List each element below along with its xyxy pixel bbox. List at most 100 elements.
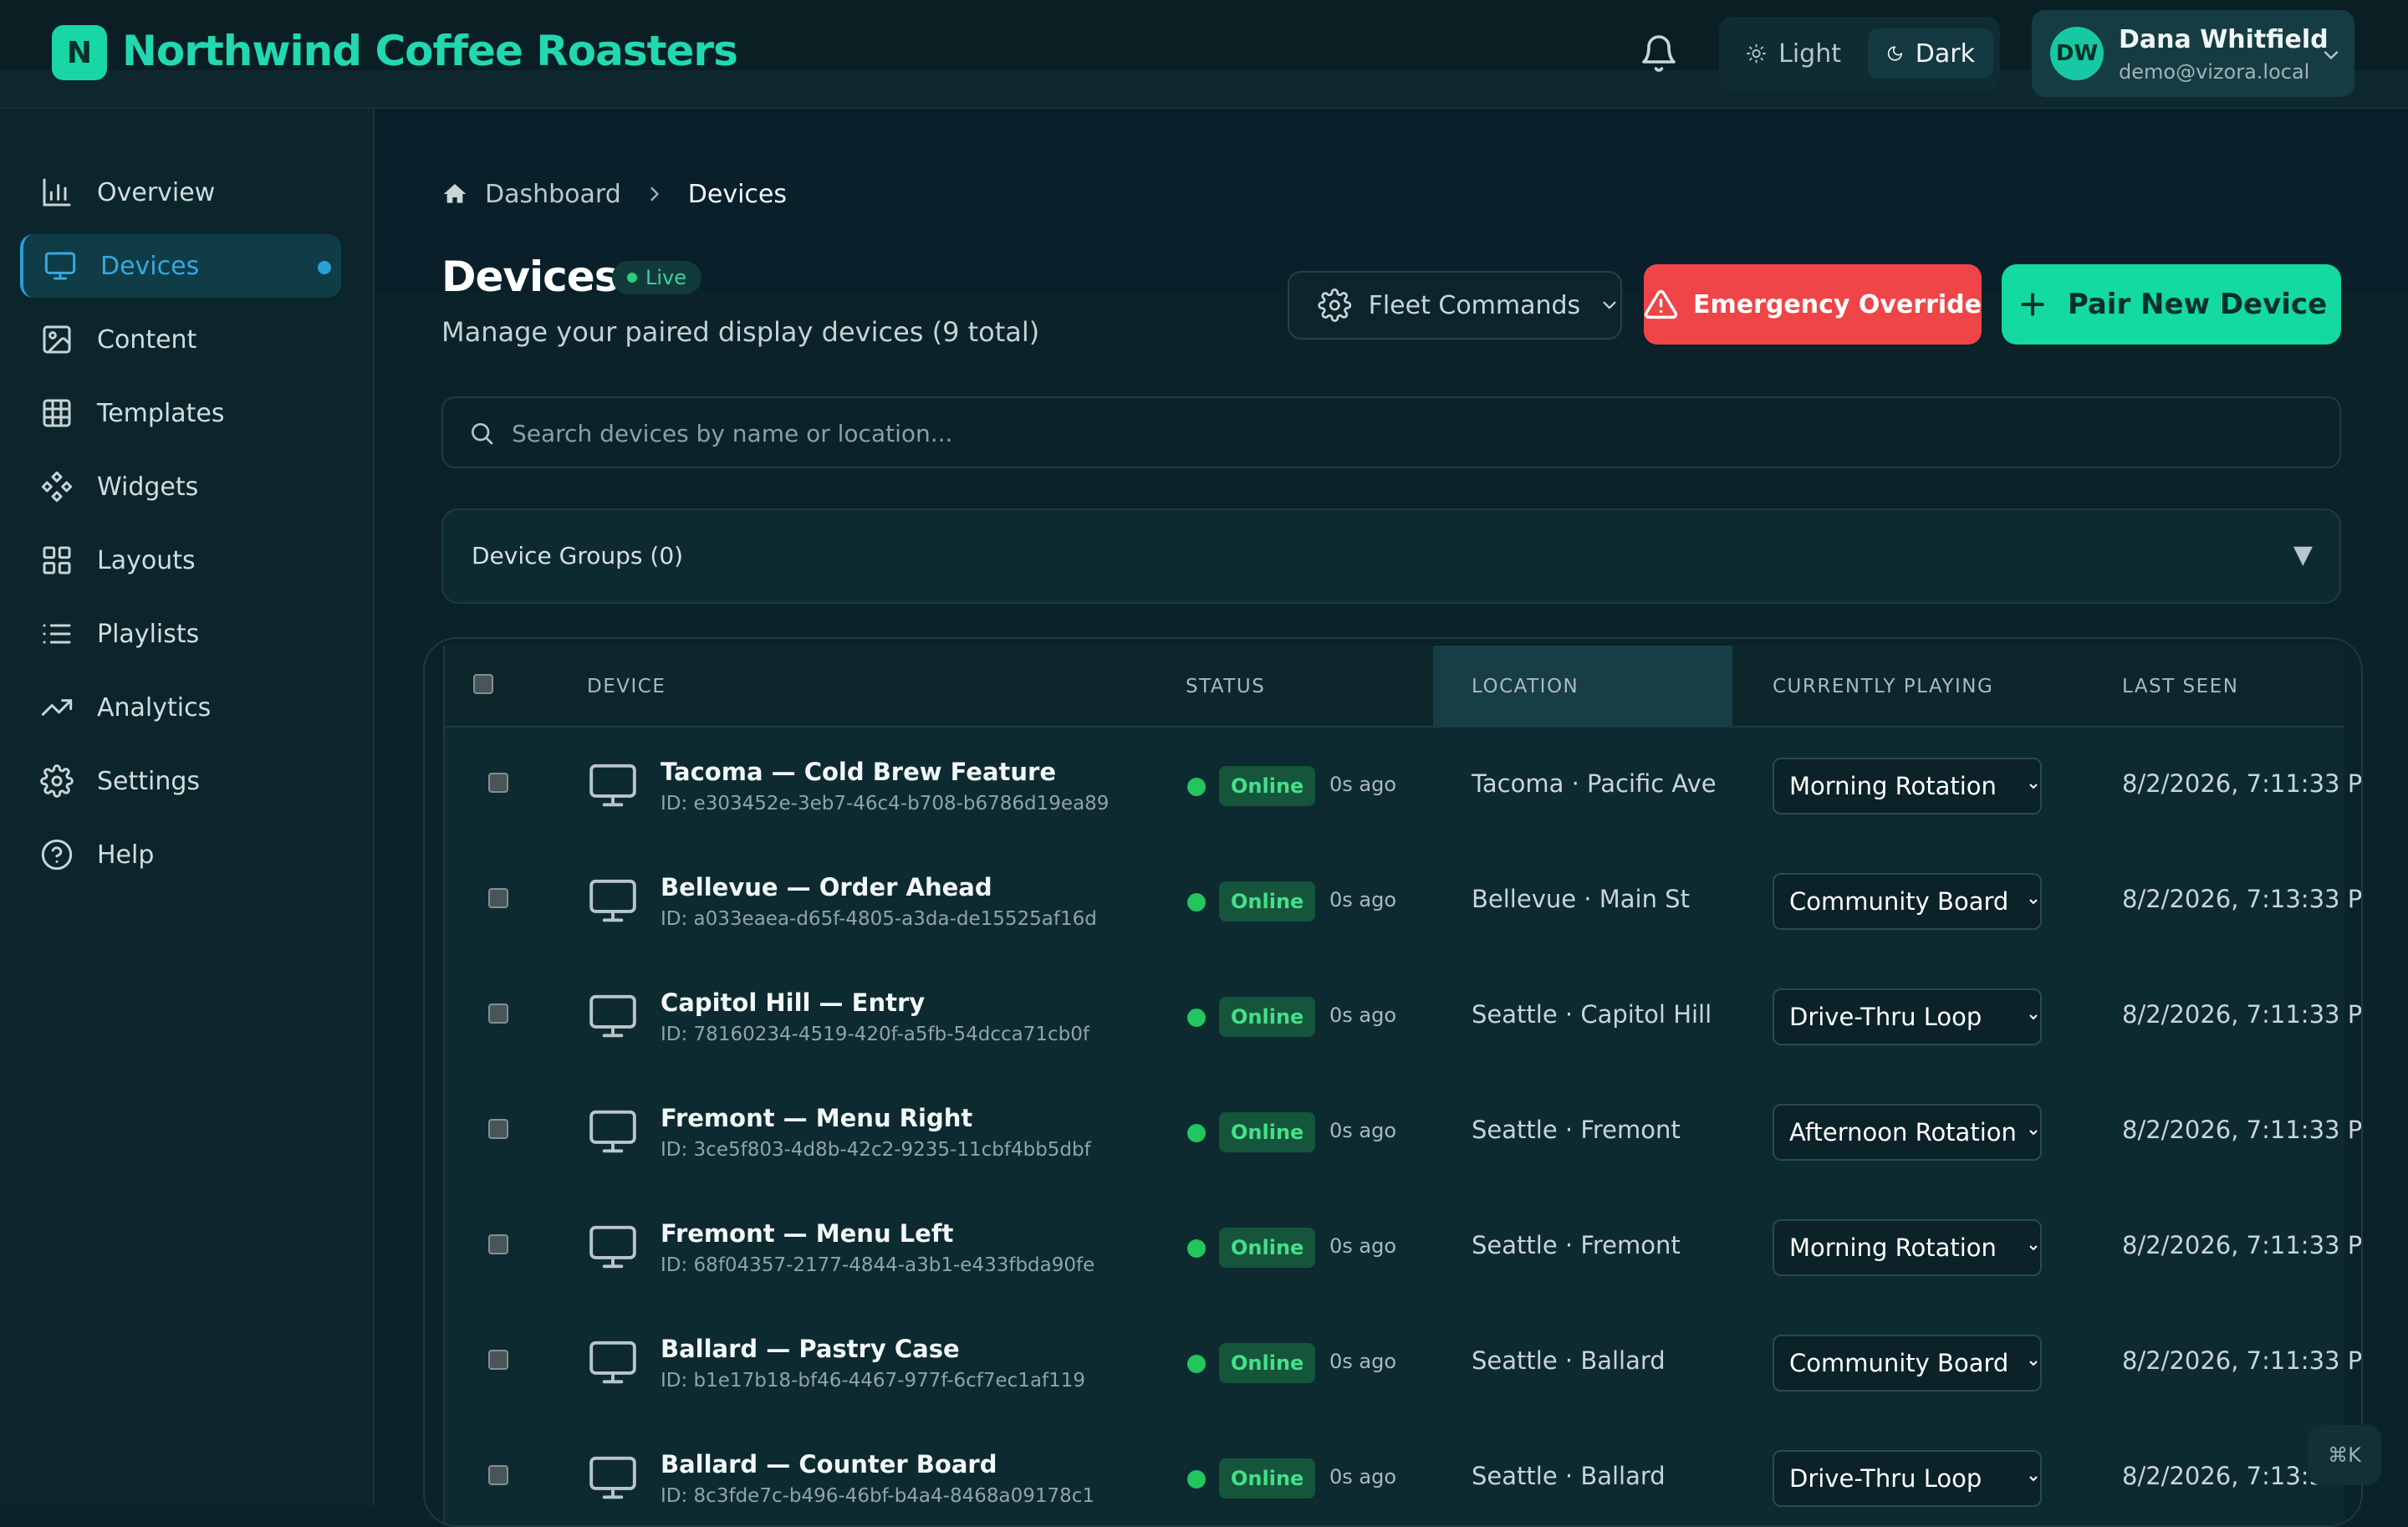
monitor-icon xyxy=(589,1110,636,1153)
breadcrumb: Dashboard Devices xyxy=(441,177,787,211)
status-dot xyxy=(1187,1470,1206,1489)
device-name[interactable]: Tacoma — Cold Brew Feature xyxy=(661,758,1056,786)
sidebar-item-overview[interactable]: Overview xyxy=(20,161,341,224)
sidebar-item-label: Playlists xyxy=(97,619,200,649)
bell-icon[interactable] xyxy=(1639,33,1679,74)
currently-playing-select[interactable]: Morning RotationCommunity BoardDrive-Thr… xyxy=(1773,873,2042,930)
currently-playing-select[interactable]: Morning RotationCommunity BoardDrive-Thr… xyxy=(1773,1104,2042,1161)
status-dot xyxy=(1187,1124,1206,1142)
breadcrumb-dashboard-link[interactable]: Dashboard xyxy=(485,180,621,209)
device-location: Tacoma · Pacific Ave xyxy=(1472,769,1717,798)
row-checkbox[interactable] xyxy=(488,888,508,908)
column-header-device[interactable]: DEVICE xyxy=(587,676,666,697)
last-seen: 8/2/2026, 7:11:33 PM xyxy=(2122,1231,2363,1259)
currently-playing-select[interactable]: Morning RotationCommunity BoardDrive-Thr… xyxy=(1773,1335,2042,1392)
row-checkbox[interactable] xyxy=(488,1465,508,1485)
table-row[interactable]: Ballard — Counter Board ID: 8c3fde7c-b496… xyxy=(445,1420,2361,1525)
column-header-last-seen[interactable]: LAST SEEN xyxy=(2122,676,2238,697)
sidebar-item-playlists[interactable]: Playlists xyxy=(20,602,341,666)
device-name[interactable]: Bellevue — Order Ahead xyxy=(661,873,992,901)
column-header-status[interactable]: STATUS xyxy=(1186,676,1265,697)
row-checkbox[interactable] xyxy=(488,1004,508,1024)
row-checkbox[interactable] xyxy=(488,1350,508,1370)
table-row[interactable]: Fremont — Menu Right ID: 3ce5f803-4d8b-42… xyxy=(445,1074,2361,1191)
theme-light-button[interactable]: Light xyxy=(1727,28,1860,79)
row-checkbox[interactable] xyxy=(488,1234,508,1254)
device-id: ID: e303452e-3eb7-46c4-b708-b6786d19ea89 xyxy=(661,793,1110,815)
sidebar-item-layouts[interactable]: Layouts xyxy=(20,529,341,592)
chevron-down-icon xyxy=(1603,301,1616,309)
sidebar-item-label: Analytics xyxy=(97,692,212,723)
home-icon[interactable] xyxy=(441,181,468,207)
device-name[interactable]: Ballard — Counter Board xyxy=(661,1450,997,1478)
last-seen: 8/2/2026, 7:11:33 PM xyxy=(2122,1346,2363,1375)
theme-dark-button[interactable]: Dark xyxy=(1868,28,1993,79)
column-header-currently-playing[interactable]: CURRENTLY PLAYING xyxy=(1773,676,1993,697)
monitor-icon xyxy=(589,1225,636,1269)
currently-playing-select[interactable]: Morning RotationCommunity BoardDrive-Thr… xyxy=(1773,988,2042,1045)
last-seen: 8/2/2026, 7:11:33 PM xyxy=(2122,769,2363,798)
sidebar-item-settings[interactable]: Settings xyxy=(20,749,341,813)
user-menu[interactable]: DW Dana Whitfield demo@vizora.local xyxy=(2032,10,2354,97)
last-seen: 8/2/2026, 7:13:33 PM xyxy=(2122,885,2363,913)
emergency-override-button[interactable]: Emergency Override xyxy=(1644,264,1982,345)
pair-new-device-label: Pair New Device xyxy=(2067,288,2328,321)
gear-icon xyxy=(1318,289,1352,322)
row-checkbox[interactable] xyxy=(488,1119,508,1139)
sun-icon xyxy=(1747,43,1766,64)
device-name[interactable]: Capitol Hill — Entry xyxy=(661,988,925,1017)
moon-icon xyxy=(1887,46,1902,61)
device-location: Seattle · Ballard xyxy=(1472,1346,1666,1375)
device-groups-toggle-icon[interactable]: ▼ xyxy=(2293,540,2313,569)
brand-logo[interactable]: N xyxy=(52,25,107,80)
sidebar-item-devices[interactable]: Devices xyxy=(20,234,341,298)
search-field[interactable] xyxy=(441,396,2341,468)
status-age: 0s ago xyxy=(1329,773,1397,796)
table-row[interactable]: Tacoma — Cold Brew Feature ID: e303452e-3… xyxy=(445,728,2361,845)
device-name[interactable]: Fremont — Menu Left xyxy=(661,1219,953,1248)
warning-icon xyxy=(1644,289,1678,319)
table-row[interactable]: Ballard — Pastry Case ID: b1e17b18-bf46-4… xyxy=(445,1305,2361,1422)
table-row[interactable]: Bellevue — Order Ahead ID: a033eaea-d65f-… xyxy=(445,843,2361,960)
sidebar: Overview Devices Content Templates Widge… xyxy=(0,109,375,1505)
breadcrumb-current: Devices xyxy=(687,179,787,209)
monitor-icon xyxy=(589,994,636,1038)
currently-playing-select[interactable]: Morning RotationCommunity BoardDrive-Thr… xyxy=(1773,1219,2042,1276)
fleet-commands-button[interactable]: Fleet Commands xyxy=(1288,271,1622,340)
avatar: DW xyxy=(2050,27,2104,80)
device-name[interactable]: Fremont — Menu Right xyxy=(661,1104,972,1132)
status-dot xyxy=(1187,1009,1206,1027)
sidebar-item-analytics[interactable]: Analytics xyxy=(20,676,341,739)
sidebar-item-widgets[interactable]: Widgets xyxy=(20,455,341,518)
trend-icon xyxy=(41,699,73,716)
table-header: DEVICE STATUS LOCATION CURRENTLY PLAYING… xyxy=(445,646,2344,728)
monitor-icon xyxy=(589,879,636,922)
status-dot xyxy=(1187,1239,1206,1258)
brand-name[interactable]: Northwind Coffee Roasters xyxy=(122,22,738,80)
theme-light-label: Light xyxy=(1778,38,1841,69)
device-name[interactable]: Ballard — Pastry Case xyxy=(661,1335,960,1363)
command-palette-hint[interactable]: ⌘K xyxy=(2308,1425,2381,1485)
pair-new-device-button[interactable]: Pair New Device xyxy=(2002,264,2341,345)
sidebar-item-help[interactable]: Help xyxy=(20,823,341,886)
table-row[interactable]: Capitol Hill — Entry ID: 78160234-4519-42… xyxy=(445,958,2361,1075)
sidebar-item-label: Devices xyxy=(100,251,200,281)
fleet-commands-label: Fleet Commands xyxy=(1368,290,1581,320)
status-age: 0s ago xyxy=(1329,1350,1397,1373)
currently-playing-select[interactable]: Morning RotationCommunity BoardDrive-Thr… xyxy=(1773,758,2042,815)
active-indicator xyxy=(318,261,331,274)
layout-icon xyxy=(43,546,71,575)
sidebar-item-label: Layouts xyxy=(97,545,196,575)
column-header-location[interactable]: LOCATION xyxy=(1472,676,1579,697)
device-groups-panel[interactable]: Device Groups (0) ▼ xyxy=(441,508,2341,604)
table-row[interactable]: Fremont — Menu Left ID: 68f04357-2177-484… xyxy=(445,1189,2361,1306)
status-dot xyxy=(1187,778,1206,796)
row-checkbox[interactable] xyxy=(488,773,508,793)
sidebar-item-templates[interactable]: Templates xyxy=(20,381,341,445)
sidebar-item-content[interactable]: Content xyxy=(20,308,341,371)
device-location: Seattle · Fremont xyxy=(1472,1116,1681,1144)
devices-table: DEVICE STATUS LOCATION CURRENTLY PLAYING… xyxy=(423,637,2363,1527)
currently-playing-select[interactable]: Morning RotationCommunity BoardDrive-Thr… xyxy=(1773,1450,2042,1507)
search-input[interactable] xyxy=(510,398,2311,468)
select-all-checkbox[interactable] xyxy=(473,674,493,694)
